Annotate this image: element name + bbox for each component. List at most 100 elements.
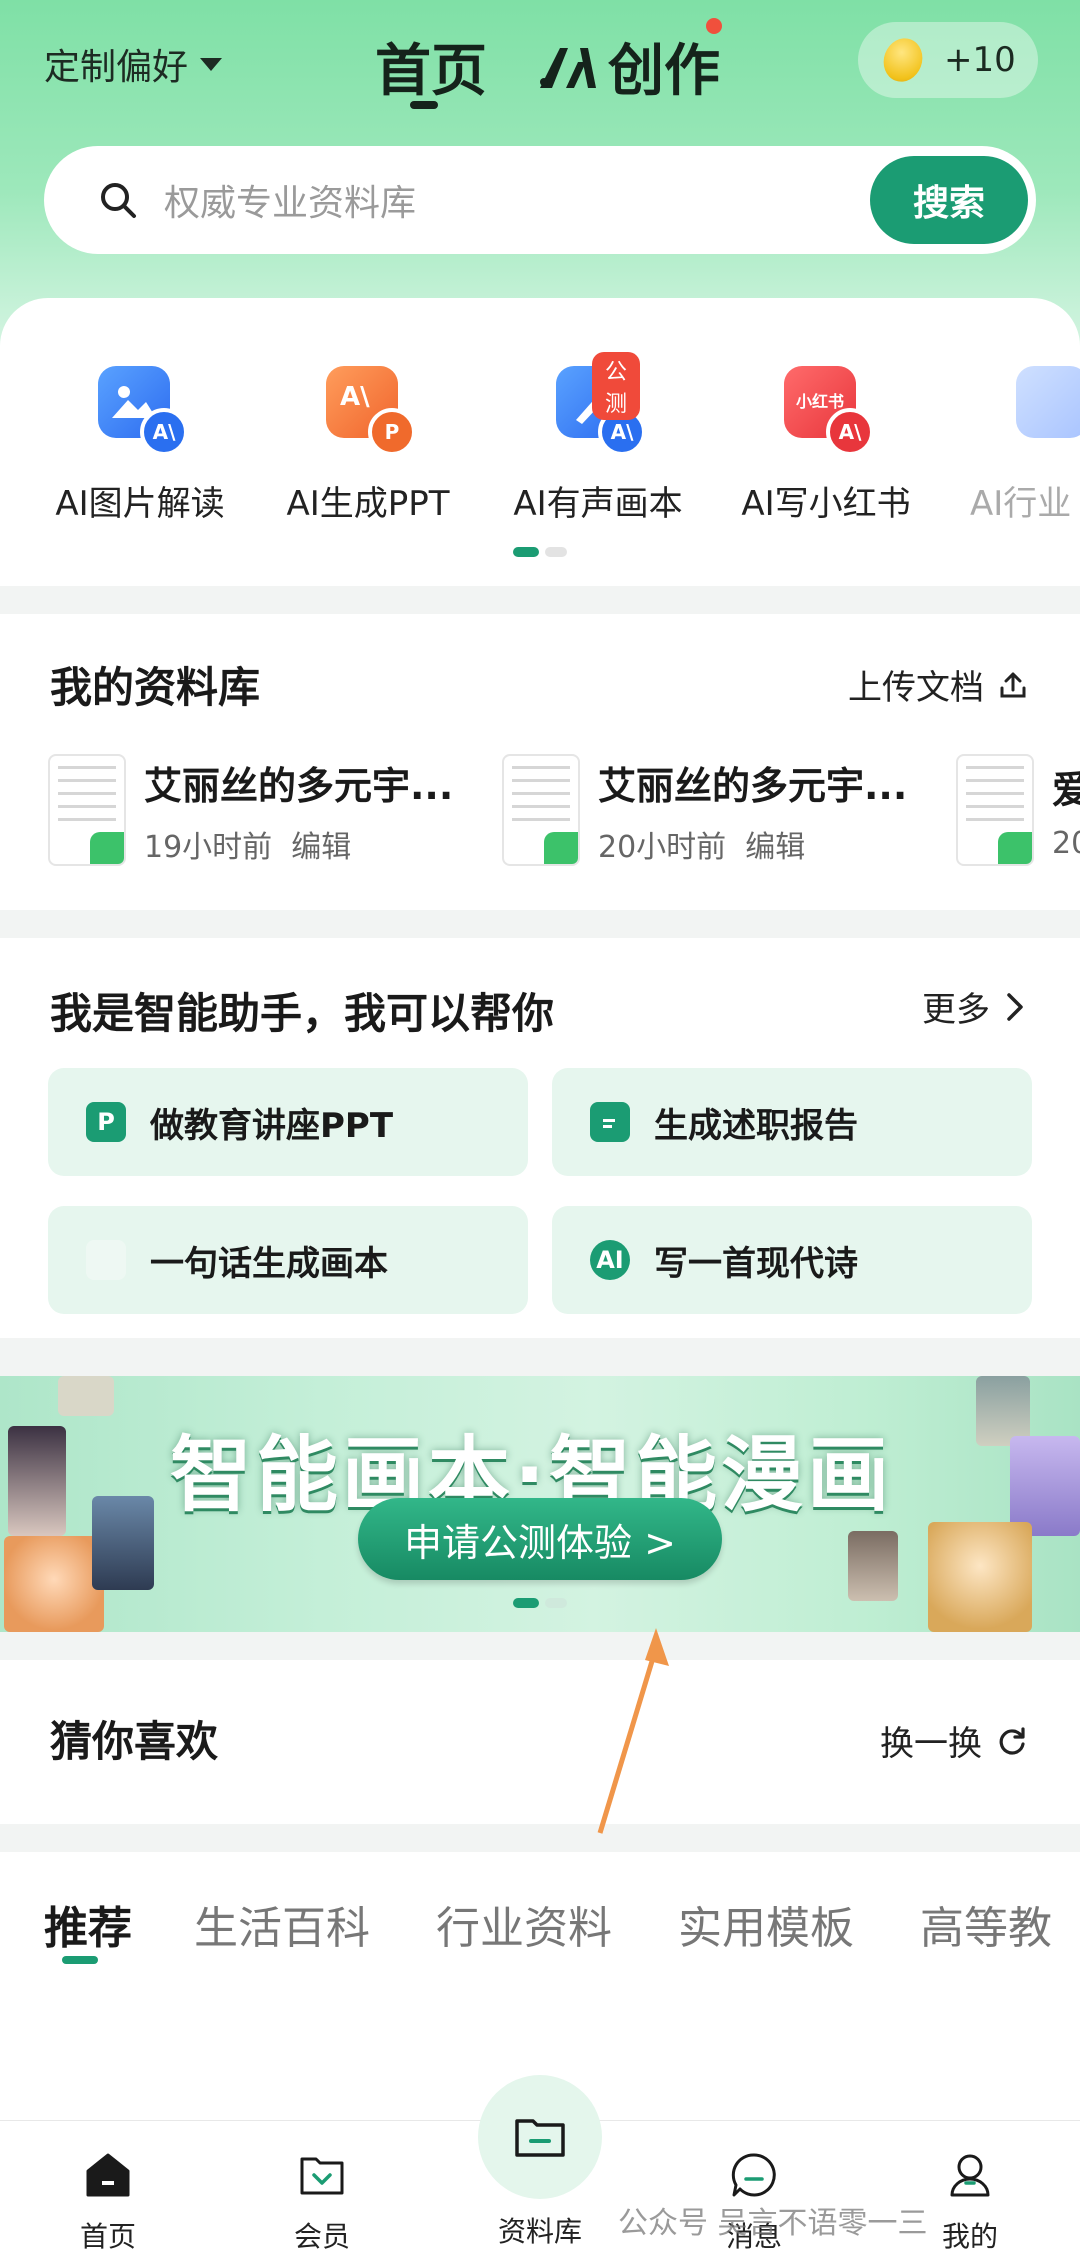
watermark-text: 公众号 吴言不语零一三 [618,2206,928,2241]
tool-ai-image-reading[interactable]: A\ AI图片解读 [40,366,240,525]
more-button[interactable]: 更多 [922,982,1024,1031]
tool-label: AI写小红书 [741,484,911,524]
recommend-section: 猜你喜欢 换一换 [0,1660,1080,1824]
search-icon [101,183,136,218]
carousel-indicator [513,547,567,557]
tool-label: AI有声画本 [513,484,683,524]
promo-banner[interactable]: 智能画本·智能漫画 申请公测体验 > [0,1376,1080,1632]
document-thumbnail [502,754,580,866]
upload-document-button[interactable]: 上传文档 [848,660,1028,709]
document-edit-link[interactable]: 编辑 [291,830,351,865]
document-title: 爱 [1052,768,1080,812]
anime-art-image [928,1522,1032,1632]
tool-label: AI图片解读 [55,484,225,524]
chip-label: 生成述职报告 [654,1105,858,1146]
chip-modern-poem[interactable]: AI 写一首现代诗 [552,1206,1032,1314]
message-icon [731,2153,776,2197]
anime-art-image [58,1376,114,1416]
ppt-ai-icon: A\ P [326,366,416,456]
image-ai-icon: A\ [98,366,188,456]
recommend-title: 猜你喜欢 [50,1717,219,1766]
active-tab-indicator [410,101,438,109]
anime-art-image [848,1531,898,1601]
more-label: 更多 [922,990,990,1030]
anime-art-image [1010,1436,1080,1536]
document-time: 20小时前 [598,829,727,865]
tool-label: AI生成PPT [286,484,450,524]
document-title: 艾丽丝的多元宇... [598,763,908,808]
tab-practical-templates[interactable]: 实用模板 [678,1892,854,1956]
chip-label: 一句话生成画本 [150,1243,388,1284]
coin-count: +10 [944,40,1016,80]
tool-ai-industry[interactable]: AI行业 [950,366,1080,525]
cloud-badge-icon [90,832,124,864]
beta-tag: 公测 [592,352,640,420]
ppt-icon: P [86,1102,126,1142]
banner-carousel-indicator [513,1598,567,1608]
cloud-badge-icon [544,832,578,864]
industry-ai-icon [1016,366,1080,450]
document-icon [590,1102,630,1142]
tab-life-encyclopedia[interactable]: 生活百科 [194,1892,370,1956]
anime-art-image [8,1426,66,1536]
tab-recommend[interactable]: 推荐 [44,1892,132,1956]
assistant-title: 我是智能助手，我可以帮你 [50,989,555,1038]
nav-library-button[interactable] [478,2075,602,2199]
cloud-badge-icon [998,832,1032,864]
ai-logo-icon: AI [590,1240,630,1280]
document-item[interactable]: 爱 20 [956,750,1080,870]
search-bar[interactable]: 权威专业资料库 搜索 [44,146,1036,254]
tool-ai-xiaohongshu[interactable]: 小红书 A\ AI写小红书 [726,366,926,525]
chip-picture-book[interactable]: 一句话生成画本 [48,1206,528,1314]
upload-label: 上传文档 [848,668,984,708]
refresh-button[interactable]: 换一换 [880,1716,1028,1765]
ai-logo-icon [540,47,596,88]
anime-art-image [92,1496,154,1590]
custom-preference-dropdown[interactable]: 定制偏好 [44,38,223,90]
tab-higher-education[interactable]: 高等教 [920,1892,1052,1956]
chip-work-report[interactable]: 生成述职报告 [552,1068,1032,1176]
document-time: 19小时前 [144,829,273,865]
search-button[interactable]: 搜索 [870,156,1028,244]
active-tab-indicator [62,1956,98,1964]
document-thumbnail [956,754,1034,866]
tab-create-label: 创作 [608,39,720,104]
nav-library-label[interactable]: 资料库 [470,2210,610,2250]
tab-industry-materials[interactable]: 行业资料 [436,1892,612,1956]
document-edit-link[interactable]: 编辑 [745,830,805,865]
notification-dot [706,18,722,34]
nav-label: 首页 [79,2220,136,2253]
tab-home[interactable]: 首页 [375,26,487,107]
document-thumbnail [48,754,126,866]
refresh-label: 换一换 [880,1724,982,1764]
profile-icon [950,2154,990,2197]
nav-label: 会员 [293,2220,350,2253]
upload-icon [1000,672,1026,697]
chip-label: 写一首现代诗 [654,1243,858,1284]
tab-create[interactable]: 创作 [536,26,720,107]
picture-book-ai-icon: A\ 公测 [556,352,646,456]
member-icon [300,2157,344,2195]
chip-education-ppt[interactable]: P 做教育讲座PPT [48,1068,528,1176]
chip-label: 做教育讲座PPT [150,1105,394,1146]
tool-ai-picture-book[interactable]: A\ 公测 AI有声画本 [498,352,698,525]
xiaohongshu-ai-icon: 小红书 A\ [784,366,874,456]
tool-label: AI行业 [970,484,1072,524]
document-item[interactable]: 艾丽丝的多元宇... 19小时前 编辑 [48,750,453,870]
nav-member[interactable]: 会员 [252,2149,392,2255]
preference-label: 定制偏好 [44,47,189,88]
picture-book-icon [86,1240,126,1280]
tool-ai-ppt[interactable]: A\ P AI生成PPT [268,366,468,525]
library-title: 我的资料库 [50,663,261,712]
coin-reward-button[interactable]: +10 [858,22,1038,98]
document-item[interactable]: 艾丽丝的多元宇... 20小时前 编辑 [502,750,907,870]
chevron-right-icon [1007,992,1023,1021]
my-library-section: 我的资料库 上传文档 艾丽丝的多元宇... 19小时前 编辑 艾丽丝的多元宇..… [0,614,1080,910]
caret-down-icon [200,57,223,71]
library-folder-icon [515,2119,565,2157]
apply-beta-button[interactable]: 申请公测体验 > [358,1498,722,1580]
home-icon [86,2153,130,2197]
nav-home[interactable]: 首页 [38,2149,178,2255]
ai-tools-panel: A\ AI图片解读 A\ P AI生成PPT A\ 公测 AI有声画本 小红书 … [0,298,1080,586]
refresh-icon [999,1726,1025,1755]
